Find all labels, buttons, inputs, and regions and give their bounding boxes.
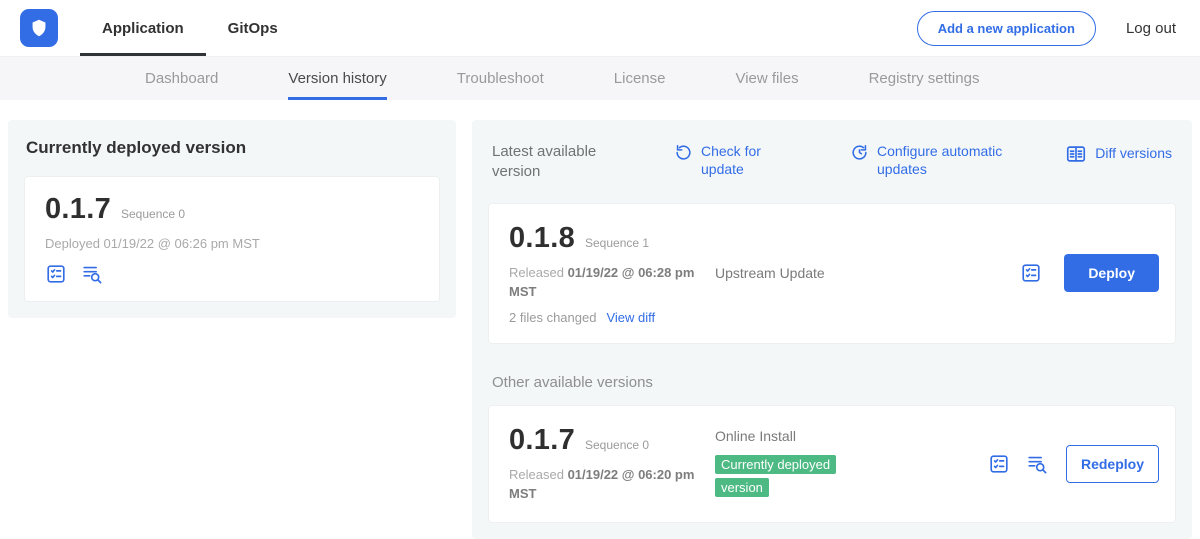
check-for-update-label: Check for update <box>701 142 773 178</box>
latest-version-card: 0.1.8 Sequence 1 Released 01/19/22 @ 06:… <box>488 203 1176 344</box>
view-files-icon[interactable] <box>81 263 103 285</box>
deployed-timestamp: Deployed 01/19/22 @ 06:26 pm MST <box>45 236 419 251</box>
nav-application[interactable]: Application <box>80 0 206 56</box>
release-notes-icon[interactable] <box>45 263 67 285</box>
nav-gitops[interactable]: GitOps <box>206 0 300 56</box>
release-notes-icon[interactable] <box>988 453 1010 475</box>
app-logo-icon <box>20 9 58 47</box>
top-nav: Application GitOps <box>80 0 300 56</box>
diff-versions-label: Diff versions <box>1095 144 1172 162</box>
other-card-actions: Redeploy <box>988 445 1159 483</box>
deployed-card-actions <box>45 263 419 285</box>
configure-updates-action[interactable]: Configure automatic updates <box>850 142 1030 178</box>
view-files-icon[interactable] <box>1026 453 1048 475</box>
tab-troubleshoot[interactable]: Troubleshoot <box>457 57 544 100</box>
files-changed-label: 2 files changed <box>509 310 596 325</box>
other-versions-title: Other available versions <box>492 374 1172 391</box>
check-for-update-action[interactable]: Check for update <box>674 142 784 178</box>
diff-versions-icon <box>1065 143 1087 165</box>
deployed-version-card: 0.1.7 Sequence 0 Deployed 01/19/22 @ 06:… <box>24 176 440 302</box>
top-header: Application GitOps Add a new application… <box>0 0 1200 57</box>
view-diff-link[interactable]: View diff <box>606 310 655 325</box>
latest-available-title: Latest available version <box>492 142 642 183</box>
tab-registry-settings[interactable]: Registry settings <box>869 57 980 100</box>
latest-released-line: Released 01/19/22 @ 06:28 pm MST <box>509 263 704 302</box>
tab-version-history[interactable]: Version history <box>288 57 386 100</box>
deployed-version-row: 0.1.7 Sequence 0 <box>45 193 419 226</box>
deployed-version-number: 0.1.7 <box>45 193 111 226</box>
other-sequence-label: Sequence 0 <box>585 438 649 452</box>
other-version-card: 0.1.7 Sequence 0 Released 01/19/22 @ 06:… <box>488 405 1176 523</box>
status-badge-wrap: Currently deployed version <box>715 454 865 500</box>
diff-versions-action[interactable]: Diff versions <box>1065 142 1172 165</box>
currently-deployed-badge: Currently deployed version <box>715 455 836 497</box>
release-notes-icon[interactable] <box>1020 262 1042 284</box>
currently-deployed-panel: Currently deployed version 0.1.7 Sequenc… <box>8 120 456 318</box>
deployed-sequence-label: Sequence 0 <box>121 207 185 221</box>
auto-update-icon <box>850 143 869 162</box>
configure-updates-label: Configure automatic updates <box>877 142 1019 178</box>
other-version-info: 0.1.7 Sequence 0 Released 01/19/22 @ 06:… <box>509 424 709 504</box>
tab-view-files[interactable]: View files <box>735 57 798 100</box>
deployed-panel-title: Currently deployed version <box>26 138 440 158</box>
other-source-column: Online Install Currently deployed versio… <box>709 428 988 500</box>
logout-link[interactable]: Log out <box>1126 20 1176 37</box>
main-content: Currently deployed version 0.1.7 Sequenc… <box>0 100 1200 539</box>
other-version-number: 0.1.7 <box>509 424 575 457</box>
available-panel-header: Latest available version Check for updat… <box>492 142 1172 183</box>
tab-dashboard[interactable]: Dashboard <box>145 57 218 100</box>
latest-sequence-label: Sequence 1 <box>585 236 649 250</box>
deploy-button[interactable]: Deploy <box>1064 254 1159 292</box>
other-source-label: Online Install <box>715 428 988 444</box>
refresh-icon <box>674 143 693 162</box>
tab-license[interactable]: License <box>614 57 666 100</box>
latest-version-number: 0.1.8 <box>509 222 575 255</box>
available-versions-panel: Latest available version Check for updat… <box>472 120 1192 539</box>
redeploy-button[interactable]: Redeploy <box>1066 445 1159 483</box>
shield-icon <box>28 17 50 39</box>
other-released-line: Released 01/19/22 @ 06:20 pm MST <box>509 465 704 504</box>
app-subnav: Dashboard Version history Troubleshoot L… <box>0 57 1200 100</box>
released-label: Released <box>509 265 564 280</box>
add-application-button[interactable]: Add a new application <box>917 11 1096 46</box>
latest-source-label: Upstream Update <box>709 265 1020 281</box>
latest-card-actions: Deploy <box>1020 254 1159 292</box>
released-label: Released <box>509 467 564 482</box>
latest-version-info: 0.1.8 Sequence 1 Released 01/19/22 @ 06:… <box>509 222 709 325</box>
